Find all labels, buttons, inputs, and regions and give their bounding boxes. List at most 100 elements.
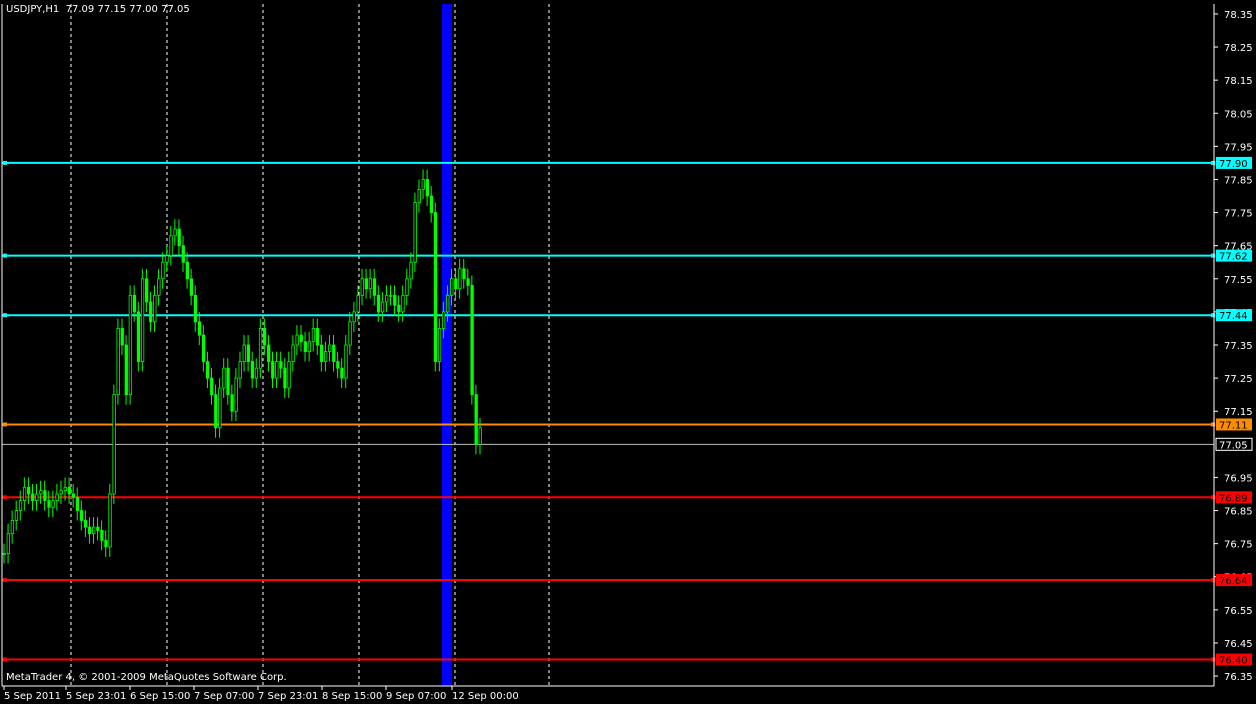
candle-body: [421, 179, 425, 190]
candle-body: [238, 361, 242, 379]
candle-body: [405, 278, 409, 296]
price-axis-label: 77.85: [1224, 175, 1253, 186]
candle-body: [226, 367, 230, 396]
price-axis-label: 78.05: [1224, 109, 1253, 120]
candle-body: [466, 278, 470, 286]
candle-body: [283, 367, 287, 389]
candle-body: [153, 294, 157, 323]
candle-body: [210, 377, 214, 396]
candle-body: [197, 321, 202, 336]
level-anchor-left: [3, 657, 7, 662]
candle-body: [433, 212, 438, 362]
candle-body: [193, 294, 198, 323]
candle-body: [376, 294, 381, 313]
candle-body: [389, 294, 393, 297]
candle-body: [132, 294, 137, 313]
candle-body: [409, 261, 413, 280]
candle-body: [47, 500, 51, 508]
candle-body: [425, 179, 430, 197]
level-anchor-left: [3, 422, 7, 427]
price-axis-label: 77.55: [1224, 275, 1253, 286]
candle-body: [35, 493, 39, 502]
candle-body: [332, 344, 336, 362]
candle-body: [315, 328, 320, 346]
candle-body: [67, 486, 71, 495]
level-anchor-left: [3, 578, 7, 583]
candle-body: [214, 394, 218, 429]
candle-body: [319, 344, 324, 362]
candle-body: [311, 328, 316, 343]
candle-body: [177, 228, 181, 247]
candle-body: [14, 510, 19, 521]
candle-body: [242, 344, 246, 362]
candle-body: [372, 278, 377, 296]
level-anchor-left: [3, 160, 7, 165]
candle-body: [279, 361, 283, 369]
level-price-label: 77.90: [1219, 159, 1248, 170]
level-anchor-left: [3, 253, 7, 258]
time-axis-label: 7 Sep 23:01: [258, 691, 318, 702]
candle-body: [328, 344, 332, 353]
candle-body: [83, 520, 88, 528]
candle-body: [59, 490, 63, 495]
candle-body: [201, 334, 206, 362]
candle-body: [413, 202, 417, 263]
current-price-label: 77.05: [1219, 440, 1248, 451]
candle-body: [348, 321, 352, 346]
candle-body: [149, 301, 153, 323]
candle-body: [6, 533, 10, 554]
candle-body: [10, 520, 15, 535]
candle-body: [352, 311, 356, 323]
candle-body: [397, 304, 401, 313]
candle-body: [271, 361, 275, 379]
symbol-timeframe: USDJPY,H1: [6, 4, 60, 15]
candle-body: [324, 351, 328, 362]
time-axis-label: 5 Sep 23:01: [66, 691, 126, 702]
ohlc-values: 77.09 77.15 77.00 77.05: [65, 4, 190, 15]
candle-body: [254, 367, 259, 379]
candle-body: [246, 344, 251, 362]
candle-body: [128, 294, 133, 396]
candle-body: [112, 394, 116, 495]
candle-body: [437, 328, 442, 362]
candle-body: [161, 261, 165, 280]
candle-body: [458, 268, 462, 290]
candle-body: [43, 490, 47, 502]
chart-window[interactable]: 5 Sep 2011 5 Sep 23:01 6 Sep 15:00 7 Sep 07…: [0, 0, 1256, 704]
candle-body: [63, 486, 67, 492]
candle-body: [275, 361, 279, 379]
candle-body: [344, 344, 348, 379]
level-anchor-left: [3, 495, 7, 500]
level-anchor-left: [3, 313, 7, 318]
level-price-label: 77.62: [1219, 252, 1248, 263]
time-axis-label: 6 Sep 15:00: [130, 691, 190, 702]
candle-body: [88, 526, 92, 535]
price-axis-label: 76.45: [1224, 639, 1253, 650]
candle-body: [136, 311, 141, 362]
candle-body: [258, 328, 263, 369]
price-axis-label: 78.25: [1224, 43, 1253, 54]
candle-body: [116, 328, 120, 396]
candle-body: [189, 278, 194, 296]
candle-body: [262, 328, 267, 346]
level-price-label: 76.64: [1219, 576, 1248, 587]
candle-body: [173, 228, 177, 237]
candle-body: [124, 344, 128, 396]
candle-body: [55, 493, 59, 502]
price-axis-label: 76.35: [1224, 672, 1253, 683]
candle-body: [250, 361, 255, 379]
candle-body: [51, 500, 55, 508]
price-axis-label: 76.55: [1224, 606, 1253, 617]
candle-body: [222, 367, 226, 389]
candle-body: [385, 294, 389, 303]
time-axis-label: 7 Sep 07:00: [194, 691, 254, 702]
candle-body: [165, 255, 169, 263]
candle-body: [140, 278, 145, 362]
candle-body: [360, 278, 364, 296]
candle-body: [157, 278, 161, 296]
candle-body: [364, 278, 368, 290]
price-axis-label: 77.95: [1224, 142, 1253, 153]
candle-body: [104, 539, 108, 548]
price-chart[interactable]: 5 Sep 2011 5 Sep 23:01 6 Sep 15:00 7 Sep 07…: [0, 0, 1256, 704]
price-axis-label: 78.15: [1224, 76, 1253, 87]
